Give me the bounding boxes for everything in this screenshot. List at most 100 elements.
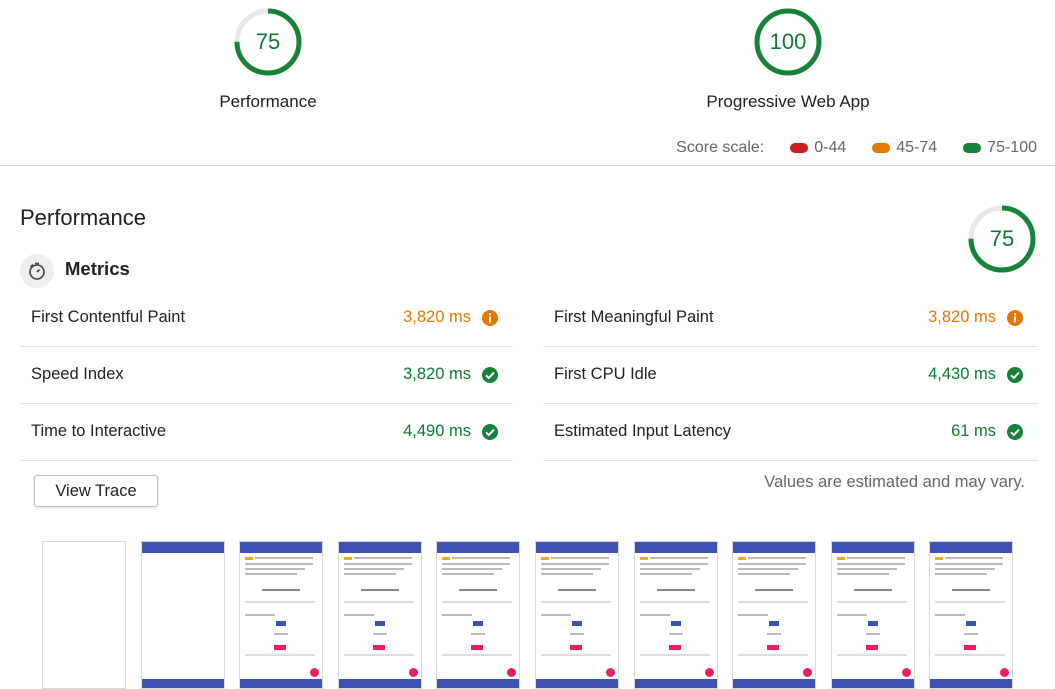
frame-button xyxy=(374,621,385,626)
metric-value: 3,820 ms xyxy=(403,365,471,383)
metric-name: Speed Index xyxy=(31,365,124,383)
frame-app-bar xyxy=(733,542,816,553)
frame-app-bar xyxy=(338,542,421,553)
frame-button xyxy=(572,621,582,626)
frame-footer xyxy=(240,679,323,688)
frame-app-bar xyxy=(634,542,717,553)
metric-first-contentful-paint: First Contentful Paint 3,820 ms xyxy=(20,289,513,347)
metric-estimated-input-latency: Estimated Input Latency 61 ms xyxy=(543,403,1038,461)
frame-footer xyxy=(338,679,421,688)
filmstrip-frame xyxy=(437,542,520,688)
metric-value: 61 ms xyxy=(951,422,996,440)
frame-button xyxy=(668,645,681,650)
info-icon xyxy=(1007,309,1023,326)
frame-button xyxy=(570,645,582,650)
frame-app-bar xyxy=(930,542,1013,553)
gauge-pwa-score: 100 xyxy=(769,29,807,54)
average-swatch xyxy=(872,143,891,153)
filmstrip-frame xyxy=(634,542,717,688)
filmstrip-frame xyxy=(141,542,224,688)
frame-button xyxy=(966,621,977,626)
frame-rating-icon xyxy=(343,557,352,560)
frame-fab-icon xyxy=(310,668,320,677)
filmstrip-frame xyxy=(43,542,125,688)
frame-app-bar xyxy=(536,542,618,553)
frame-footer xyxy=(141,679,224,688)
section-score-gauge: 75 xyxy=(966,203,1038,275)
frame-footer xyxy=(634,679,717,688)
gauge-pwa[interactable]: 100 Progressive Web App xyxy=(668,6,908,116)
frame-button xyxy=(865,645,878,650)
frame-rating-icon xyxy=(639,557,648,560)
frame-fab-icon xyxy=(803,668,813,677)
frame-rating-icon xyxy=(935,557,944,560)
check-icon xyxy=(482,366,498,383)
metric-first-meaningful-paint: First Meaningful Paint 3,820 ms xyxy=(543,289,1038,347)
section-title: Performance xyxy=(20,205,146,230)
frame-app-bar xyxy=(831,542,914,553)
metric-value: 4,490 ms xyxy=(403,422,471,440)
score-scale-fail: 0-44 xyxy=(790,139,846,157)
frame-button xyxy=(276,621,287,626)
gauge-performance[interactable]: 75 Performance xyxy=(148,6,388,116)
frame-rating-icon xyxy=(245,557,254,560)
score-scale-fail-text: 0-44 xyxy=(814,139,847,156)
frame-footer xyxy=(437,679,520,688)
filmstrip-frame xyxy=(240,542,323,688)
fail-swatch xyxy=(790,143,809,153)
metric-value: 3,820 ms xyxy=(928,308,996,326)
metrics-heading: Metrics xyxy=(65,258,130,279)
metric-name: Estimated Input Latency xyxy=(554,422,732,440)
frame-button xyxy=(274,645,287,650)
section-score-value: 75 xyxy=(989,226,1015,251)
frame-button xyxy=(670,621,681,626)
gauge-performance-label: Performance xyxy=(219,92,317,111)
metric-name: First CPU Idle xyxy=(554,365,657,383)
frame-footer xyxy=(733,679,816,688)
check-icon xyxy=(1007,366,1023,383)
frame-footer xyxy=(831,679,914,688)
score-scale-average-text: 45-74 xyxy=(896,139,938,156)
gauge-pwa-label: Progressive Web App xyxy=(706,92,870,111)
pass-swatch xyxy=(963,143,982,153)
frame-fab-icon xyxy=(901,668,911,677)
metric-name: Time to Interactive xyxy=(31,422,167,440)
frame-rating-icon xyxy=(442,557,451,560)
frame-app-bar xyxy=(240,542,323,553)
frame-button xyxy=(473,621,484,626)
frame-fab-icon xyxy=(606,668,615,677)
score-scale-legend: Score scale: 0-44 45-74 75-100 xyxy=(676,139,1037,157)
filmstrip-frame xyxy=(733,542,816,688)
frame-button xyxy=(769,621,780,626)
check-icon xyxy=(482,423,498,440)
frame-fab-icon xyxy=(507,668,517,677)
frame-button xyxy=(471,645,484,650)
frame-footer xyxy=(930,679,1013,688)
info-icon xyxy=(482,309,498,326)
filmstrip-frame xyxy=(930,542,1013,688)
frame-button xyxy=(867,621,878,626)
metric-time-to-interactive: Time to Interactive 4,490 ms xyxy=(20,403,513,461)
frame-rating-icon xyxy=(541,557,549,560)
section-divider xyxy=(0,165,1055,166)
filmstrip-frame xyxy=(536,542,618,688)
frame-button xyxy=(372,645,385,650)
frame-fab-icon xyxy=(704,668,714,677)
frame-footer xyxy=(536,679,618,688)
view-trace-button[interactable]: View Trace xyxy=(34,475,158,507)
gauge-performance-score: 75 xyxy=(255,29,281,54)
metric-first-cpu-idle: First CPU Idle 4,430 ms xyxy=(543,346,1038,404)
frame-app-bar xyxy=(437,542,520,553)
estimate-note: Values are estimated and may vary. xyxy=(764,473,1025,491)
frame-fab-icon xyxy=(1000,668,1010,677)
frame-rating-icon xyxy=(836,557,845,560)
score-scale-pass-text: 75-100 xyxy=(987,139,1037,156)
frame-button xyxy=(767,645,780,650)
score-scale-average: 45-74 xyxy=(872,139,937,157)
frame-app-bar xyxy=(141,542,224,553)
filmstrip-frame xyxy=(338,542,421,688)
frame-rating-icon xyxy=(738,557,747,560)
metric-value: 3,820 ms xyxy=(403,308,471,326)
score-scale-label: Score scale: xyxy=(676,139,765,156)
timer-icon xyxy=(20,254,54,288)
